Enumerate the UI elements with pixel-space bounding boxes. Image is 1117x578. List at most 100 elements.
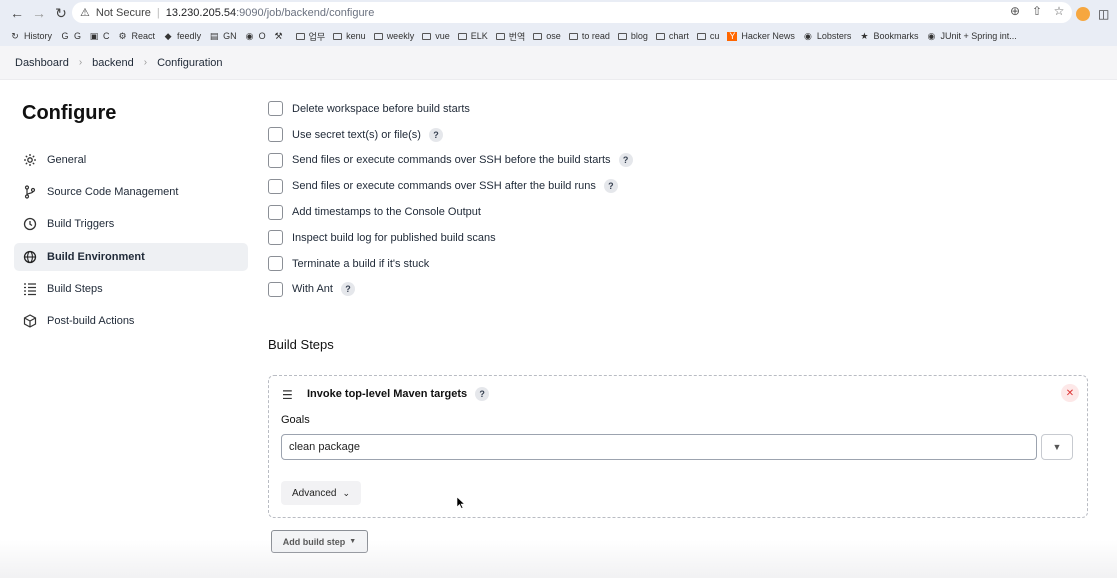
drag-handle-icon[interactable]: ☰ <box>282 388 293 402</box>
address-bar[interactable]: ⚠ Not Secure | 13.230.205.54:9090/job/ba… <box>72 2 1072 23</box>
github-icon: ◉ <box>245 30 254 41</box>
build-environment-options: Delete workspace before build starts Use … <box>268 96 633 302</box>
bookmark-item[interactable]: ◆ feedly <box>163 31 202 41</box>
option-row: With Ant? <box>268 277 633 303</box>
folder-icon <box>373 32 383 40</box>
folder-icon <box>568 32 578 40</box>
back-icon[interactable]: ← <box>8 4 26 22</box>
bookmark-item[interactable]: ▣ C <box>89 31 110 41</box>
option-checkbox[interactable] <box>268 152 283 168</box>
list-icon <box>22 281 38 297</box>
bookmark-item[interactable]: ◉ O <box>245 31 266 41</box>
breadcrumb-backend[interactable]: backend <box>92 57 134 69</box>
option-label[interactable]: Use secret text(s) or file(s) <box>292 129 421 141</box>
option-label[interactable]: Terminate a build if it's stuck <box>292 258 429 270</box>
sidebar: General Source Code Management Build Trigg… <box>14 146 248 339</box>
expand-input-button[interactable]: ▼ <box>1041 434 1073 460</box>
help-icon[interactable]: ? <box>428 127 443 142</box>
breadcrumb-configuration: Configuration <box>157 56 223 69</box>
chevron-right-icon: › <box>78 57 83 68</box>
sidebar-item-build-steps[interactable]: Build Steps <box>14 275 248 303</box>
bookmark-label: ose <box>546 31 561 41</box>
sidebar-item-build-triggers[interactable]: Build Triggers <box>14 210 248 238</box>
advanced-button[interactable]: Advanced ⌄ <box>281 481 361 505</box>
sidebar-item-post-build-actions[interactable]: Post-build Actions <box>14 307 248 335</box>
browser-chrome: ← → ↻ ⚠ Not Secure | 13.230.205.54:9090/… <box>0 0 1117 46</box>
add-build-step-button[interactable]: Add build step ▼ <box>271 530 368 553</box>
option-label[interactable]: Delete workspace before build starts <box>292 103 470 115</box>
security-label: Not Secure <box>95 6 151 19</box>
bookmark-item[interactable]: chart <box>655 31 689 41</box>
bookmark-label: cu <box>709 31 720 41</box>
bookmark-item[interactable]: ◉ Lobsters <box>803 30 851 41</box>
bookmark-item[interactable]: ⚒ <box>274 31 288 41</box>
forward-icon[interactable]: → <box>30 4 48 22</box>
history-icon: ↻ <box>11 30 19 41</box>
zoom-icon[interactable]: ⊕ <box>1008 4 1022 18</box>
sidebar-item-source-code-management[interactable]: Source Code Management <box>14 178 248 206</box>
option-checkbox[interactable] <box>268 178 283 194</box>
bookmark-item[interactable]: ★ Bookmarks <box>859 31 918 41</box>
star-icon[interactable]: ☆ <box>1052 4 1066 18</box>
bookmark-item[interactable]: blog <box>617 31 648 41</box>
goals-input[interactable] <box>281 434 1037 460</box>
sidebar-item-general[interactable]: General <box>14 146 248 174</box>
bookmark-item[interactable]: GG <box>60 31 82 41</box>
bookmark-item[interactable]: kenu <box>333 31 366 41</box>
bookmark-item[interactable]: ◉ JUnit + Spring int... <box>926 31 1017 41</box>
step-title-row: Invoke top-level Maven targets ? <box>307 387 490 401</box>
goals-label: Goals <box>281 414 310 426</box>
bookmark-item[interactable]: weekly <box>373 31 414 41</box>
sidebar-item-build-environment[interactable]: Build Environment <box>14 242 248 271</box>
bookmarks-bar: ↻ History G G ▣ C ⚙ React ◆ feedly ▤ GN ◉ O ⚒ 업무 kenu wee… <box>10 28 1025 44</box>
bookmark-item[interactable]: ↻ History <box>10 31 52 41</box>
bookmark-item[interactable]: Y Hacker News <box>727 31 795 41</box>
bookmark-label: 번역 <box>508 31 526 42</box>
option-checkbox[interactable] <box>268 127 283 143</box>
help-icon[interactable]: ? <box>603 179 618 194</box>
option-label[interactable]: Send files or execute commands over SSH … <box>292 180 596 192</box>
address-bar-actions: ⊕ ⇧ ☆ <box>1008 4 1066 18</box>
option-label[interactable]: Add timestamps to the Console Output <box>292 206 481 218</box>
sidebar-item-label: Build Steps <box>47 282 103 295</box>
breadcrumb-dashboard[interactable]: Dashboard <box>15 57 69 69</box>
step-title: Invoke top-level Maven targets <box>307 388 468 400</box>
share-icon[interactable]: ⇧ <box>1030 4 1044 18</box>
option-row: Add timestamps to the Console Output <box>268 199 633 225</box>
bookmark-item[interactable]: cu <box>696 31 720 41</box>
option-checkbox[interactable] <box>268 101 283 117</box>
globe-icon: ◉ <box>803 30 812 41</box>
option-label[interactable]: Inspect build log for published build sc… <box>292 232 496 244</box>
option-checkbox[interactable] <box>268 281 283 297</box>
extension-icon[interactable] <box>1076 7 1090 21</box>
chevron-down-icon: ⌄ <box>342 487 351 498</box>
bookmark-label: to read <box>581 31 610 41</box>
close-icon[interactable]: ✕ <box>1061 384 1079 402</box>
sidebar-toggle-icon[interactable]: ◫ <box>1098 7 1109 21</box>
help-icon[interactable]: ? <box>475 387 490 401</box>
bookmark-label: Bookmarks <box>873 31 919 41</box>
option-row: Terminate a build if it's stuck <box>268 251 633 277</box>
bookmark-item[interactable]: ▤ GN <box>209 31 237 41</box>
bookmark-item[interactable]: ose <box>533 31 561 41</box>
option-checkbox[interactable] <box>268 204 283 220</box>
bookmark-item[interactable]: ELK <box>457 31 488 41</box>
help-icon[interactable]: ? <box>340 282 355 297</box>
bookmark-item[interactable]: vue <box>422 31 450 41</box>
folder-icon <box>495 32 505 40</box>
option-label[interactable]: Send files or execute commands over SSH … <box>292 154 611 166</box>
option-row: Use secret text(s) or file(s)? <box>268 122 633 148</box>
bookmark-item[interactable]: 번역 <box>495 30 526 43</box>
bookmark-item[interactable]: ⚙ React <box>118 31 155 41</box>
mouse-cursor-icon <box>457 497 465 509</box>
globe-icon <box>22 249 38 265</box>
option-checkbox[interactable] <box>268 230 283 246</box>
bookmark-label: JUnit + Spring int... <box>940 31 1017 41</box>
option-label[interactable]: With Ant <box>292 283 333 295</box>
branch-icon <box>22 184 38 200</box>
option-checkbox[interactable] <box>268 256 283 272</box>
bookmark-item[interactable]: to read <box>568 31 610 41</box>
reload-icon[interactable]: ↻ <box>52 4 70 22</box>
help-icon[interactable]: ? <box>618 153 633 168</box>
bookmark-item[interactable]: 업무 <box>295 30 325 43</box>
